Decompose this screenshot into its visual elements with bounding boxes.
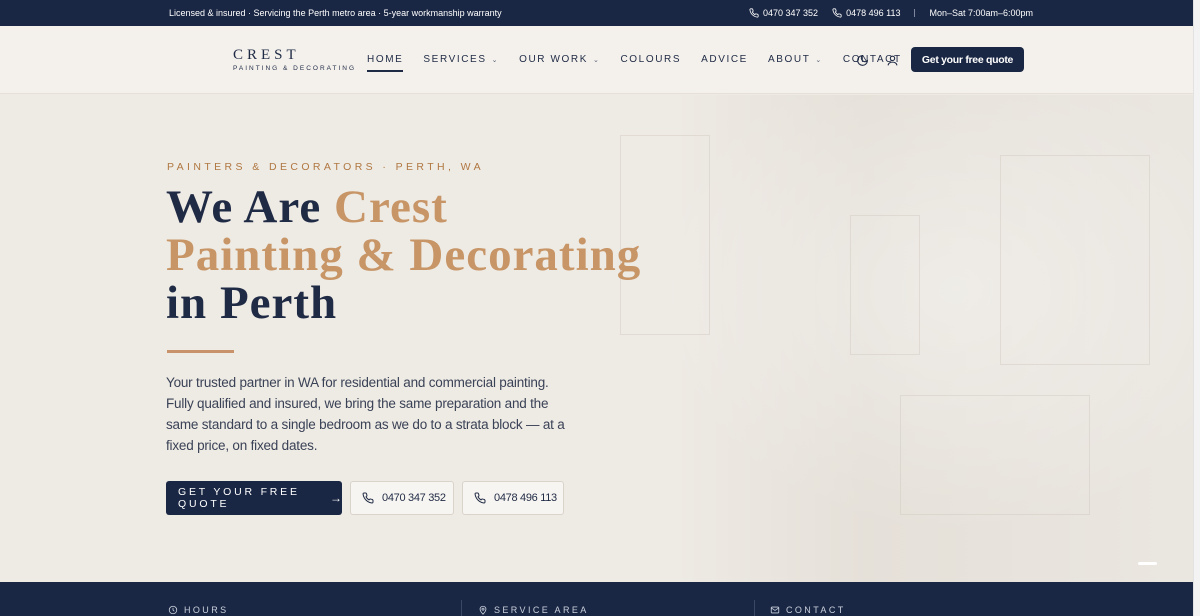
info-service-area-label: SERVICE AREA: [494, 605, 589, 615]
top-phone-1-link[interactable]: 0470 347 352: [749, 8, 818, 18]
hero-title-line3: in Perth: [166, 277, 338, 329]
logo-tagline: PAINTING & DECORATING: [233, 65, 357, 72]
header-icons: [856, 54, 899, 67]
info-hours: HOURS: [168, 605, 229, 615]
hero-quote-button-label: GET YOUR FREE QUOTE: [178, 486, 300, 510]
logo[interactable]: CREST PAINTING & DECORATING: [233, 47, 357, 73]
phone-icon: [362, 492, 374, 504]
hero-quote-button[interactable]: GET YOUR FREE QUOTE →: [166, 481, 342, 515]
hero-phone-1-text: 0470 347 352: [382, 492, 446, 504]
nav-item-home[interactable]: HOME: [367, 54, 404, 72]
scrollbar[interactable]: [1193, 0, 1200, 616]
nav-item-label: COLOURS: [620, 54, 682, 65]
nav-item-label: ABOUT: [767, 54, 811, 65]
hero-title: We Are Crest Painting & Decorating in Pe…: [166, 183, 641, 327]
info-contact: CONTACT: [770, 605, 846, 615]
moon-icon[interactable]: [856, 54, 869, 67]
hero-section: PAINTERS & DECORATORS · PERTH, WA We Are…: [0, 95, 1193, 582]
hero-title-crest: Crest: [334, 181, 448, 233]
info-divider: [461, 600, 462, 616]
hero-phone-2-text: 0478 496 113: [494, 492, 557, 504]
info-strip: HOURS SERVICE AREA CONTACT: [0, 582, 1193, 616]
arrow-right-icon: →: [330, 491, 342, 505]
nav-item-label: OUR WORK: [519, 54, 588, 65]
phone-icon: [474, 492, 486, 504]
hero-lead-text: Your trusted partner in WA for residenti…: [166, 375, 565, 453]
info-divider: [754, 600, 755, 616]
nav-item-about[interactable]: ABOUT ⌄: [768, 54, 823, 65]
nav-item-our-work[interactable]: OUR WORK ⌄: [519, 54, 600, 65]
chevron-down-icon: ⌄: [593, 56, 601, 64]
info-service-area: SERVICE AREA: [478, 605, 589, 615]
slider-indicator[interactable]: [1138, 562, 1157, 565]
nav-item-label: HOME: [367, 54, 404, 65]
logo-brand: CREST: [233, 47, 300, 63]
top-bar-contacts: 0470 347 352 0478 496 113 Mon–Sat 7:00am…: [749, 8, 1033, 18]
top-phone-2-text: 0478 496 113: [846, 8, 901, 18]
phone-icon: [832, 8, 842, 18]
nav-item-colours[interactable]: COLOURS: [620, 54, 681, 65]
nav-item-label: SERVICES: [423, 54, 487, 65]
map-pin-icon: [479, 605, 487, 615]
top-phone-2-link[interactable]: 0478 496 113: [832, 8, 900, 18]
chevron-down-icon: ⌄: [815, 56, 823, 64]
top-bar-tagline: Licensed & insured · Servicing the Perth…: [169, 8, 502, 18]
clock-icon: [168, 605, 178, 615]
header-quote-button[interactable]: Get your free quote: [911, 47, 1024, 72]
hero-phone-1-button[interactable]: 0470 347 352: [350, 481, 454, 515]
hero-divider: [167, 350, 234, 353]
main-nav: HOME SERVICES ⌄ OUR WORK ⌄ COLOURS ADVICE …: [367, 54, 922, 72]
phone-icon: [749, 8, 759, 18]
nav-item-label: ADVICE: [701, 54, 748, 65]
nav-item-services[interactable]: SERVICES ⌄: [423, 54, 499, 65]
hero-title-line2: Painting & Decorating: [166, 229, 642, 281]
top-bar: Licensed & insured · Servicing the Perth…: [0, 0, 1193, 26]
hero-phone-2-button[interactable]: 0478 496 113: [462, 481, 564, 515]
nav-item-advice[interactable]: ADVICE: [701, 54, 748, 65]
info-contact-label: CONTACT: [786, 605, 846, 615]
top-bar-divider: [914, 9, 916, 17]
top-bar-hours: Mon–Sat 7:00am–6:00pm: [929, 8, 1034, 18]
site-header: CREST PAINTING & DECORATING HOME SERVICE…: [0, 26, 1193, 94]
top-phone-1-text: 0470 347 352: [763, 8, 819, 18]
chevron-down-icon: ⌄: [491, 56, 500, 64]
hero-eyebrow: PAINTERS & DECORATORS · PERTH, WA: [167, 161, 484, 173]
hero-background-image: [600, 95, 1193, 582]
mail-icon: [770, 606, 780, 614]
user-icon[interactable]: [886, 54, 899, 67]
hero-title-we-are: We Are: [166, 181, 334, 233]
info-hours-label: HOURS: [184, 605, 229, 615]
